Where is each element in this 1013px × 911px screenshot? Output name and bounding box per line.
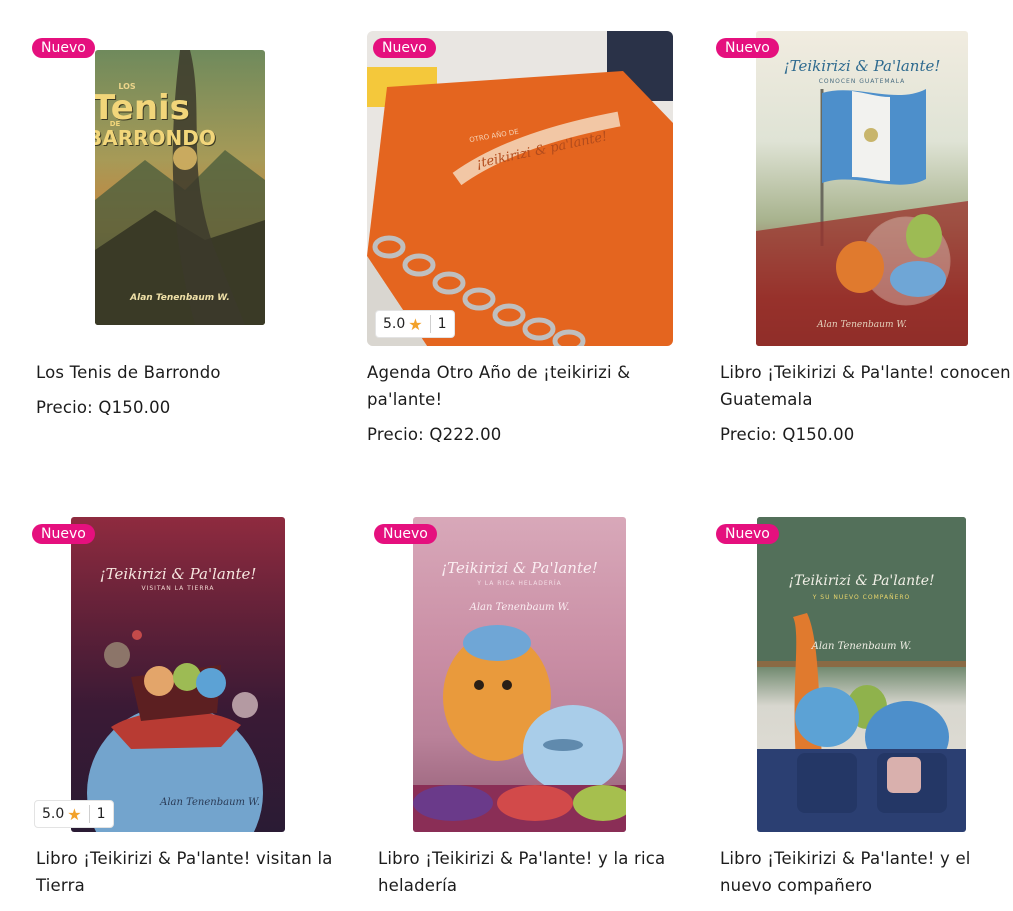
cover-author: Alan Tenenbaum W. <box>811 641 912 652</box>
divider <box>429 315 431 333</box>
product-image-container[interactable]: ¡Teikirizi & Pa'lante! Y SU NUEVO COMPAÑ… <box>716 517 1013 832</box>
cover-subtitle: Y LA RICA HELADERÍA <box>477 580 562 587</box>
cover-title: ¡Teikirizi & Pa'lante! <box>788 573 935 589</box>
product-card[interactable]: ¡Teikirizi & Pa'lante! Y SU NUEVO COMPAÑ… <box>716 517 1013 899</box>
product-price: Precio: Q222.00 <box>367 425 502 444</box>
product-title[interactable]: Libro ¡Teikirizi & Pa'lante! visitan la … <box>36 845 336 899</box>
cover-author: Alan Tenenbaum W. <box>817 320 907 330</box>
divider <box>88 805 90 823</box>
product-image[interactable]: ¡Teikirizi & Pa'lante! VISITAN LA TIERRA… <box>71 517 285 832</box>
cover-title: ¡Teikirizi & Pa'lante! <box>783 57 941 75</box>
product-card[interactable]: OTRO AÑO DE ¡teikirizi & pa'lante! Nuevo… <box>367 31 673 447</box>
product-title[interactable]: Agenda Otro Año de ¡teikirizi & pa'lante… <box>367 359 667 413</box>
product-image-container[interactable]: ¡Teikirizi & Pa'lante! VISITAN LA TIERRA… <box>32 517 342 832</box>
rating-badge: 5.0 ★ 1 <box>34 800 114 828</box>
product-card[interactable]: ¡Teikirizi & Pa'lante! VISITAN LA TIERRA… <box>32 517 342 899</box>
product-image-container[interactable]: ¡Teikirizi & Pa'lante! CONOCEN GUATEMALA… <box>716 31 1013 346</box>
product-card[interactable]: ¡Teikirizi & Pa'lante! Y LA RICA HELADER… <box>374 517 684 899</box>
new-badge: Nuevo <box>32 38 95 58</box>
product-card[interactable]: LOS Tenis DE BARRONDO Alan Tenenbaum W. … <box>32 31 342 420</box>
cover-subtitle: CONOCEN GUATEMALA <box>818 78 906 85</box>
new-badge: Nuevo <box>32 524 95 544</box>
new-badge: Nuevo <box>374 524 437 544</box>
cover-subtitle: VISITAN LA TIERRA <box>141 585 215 592</box>
cover-author: Alan Tenenbaum W. <box>160 797 260 808</box>
cover-subtitle: BARRONDO <box>95 126 216 150</box>
rating-badge: 5.0 ★ 1 <box>375 310 455 338</box>
product-image[interactable]: ¡Teikirizi & Pa'lante! CONOCEN GUATEMALA… <box>756 31 968 346</box>
star-icon: ★ <box>408 314 423 334</box>
new-badge: Nuevo <box>373 38 436 58</box>
product-image-container[interactable]: ¡Teikirizi & Pa'lante! Y LA RICA HELADER… <box>374 517 684 832</box>
product-image-container[interactable]: OTRO AÑO DE ¡teikirizi & pa'lante! Nuevo… <box>367 31 673 346</box>
product-title[interactable]: Los Tenis de Barrondo <box>36 359 336 386</box>
product-title[interactable]: Libro ¡Teikirizi & Pa'lante! conocen Gua… <box>720 359 1013 413</box>
new-badge: Nuevo <box>716 524 779 544</box>
rating-score: 5.0 <box>42 806 65 822</box>
product-image-container[interactable]: LOS Tenis DE BARRONDO Alan Tenenbaum W. … <box>32 31 342 346</box>
cover-author: Alan Tenenbaum W. <box>130 293 230 303</box>
rating-score: 5.0 <box>383 316 406 332</box>
cover-title: ¡Teikirizi & Pa'lante! <box>99 565 257 583</box>
cover-subtitle: Y SU NUEVO COMPAÑERO <box>812 594 911 601</box>
cover-author: Alan Tenenbaum W. <box>469 602 570 613</box>
product-grid: LOS Tenis DE BARRONDO Alan Tenenbaum W. … <box>0 0 1013 911</box>
product-image[interactable]: ¡Teikirizi & Pa'lante! Y LA RICA HELADER… <box>413 517 626 832</box>
rating-count: 1 <box>437 316 447 332</box>
product-card[interactable]: ¡Teikirizi & Pa'lante! CONOCEN GUATEMALA… <box>716 31 1013 447</box>
rating-count: 1 <box>96 806 106 822</box>
product-price: Precio: Q150.00 <box>720 425 855 444</box>
product-price: Precio: Q150.00 <box>36 398 171 417</box>
product-image[interactable]: LOS Tenis DE BARRONDO Alan Tenenbaum W. <box>95 50 265 325</box>
product-title[interactable]: Libro ¡Teikirizi & Pa'lante! y la rica h… <box>378 845 678 899</box>
product-image[interactable]: ¡Teikirizi & Pa'lante! Y SU NUEVO COMPAÑ… <box>757 517 966 832</box>
new-badge: Nuevo <box>716 38 779 58</box>
product-image[interactable]: OTRO AÑO DE ¡teikirizi & pa'lante! <box>367 31 673 346</box>
product-title[interactable]: Libro ¡Teikirizi & Pa'lante! y el nuevo … <box>720 845 1013 899</box>
star-icon: ★ <box>67 804 82 824</box>
cover-title: ¡Teikirizi & Pa'lante! <box>441 559 598 577</box>
